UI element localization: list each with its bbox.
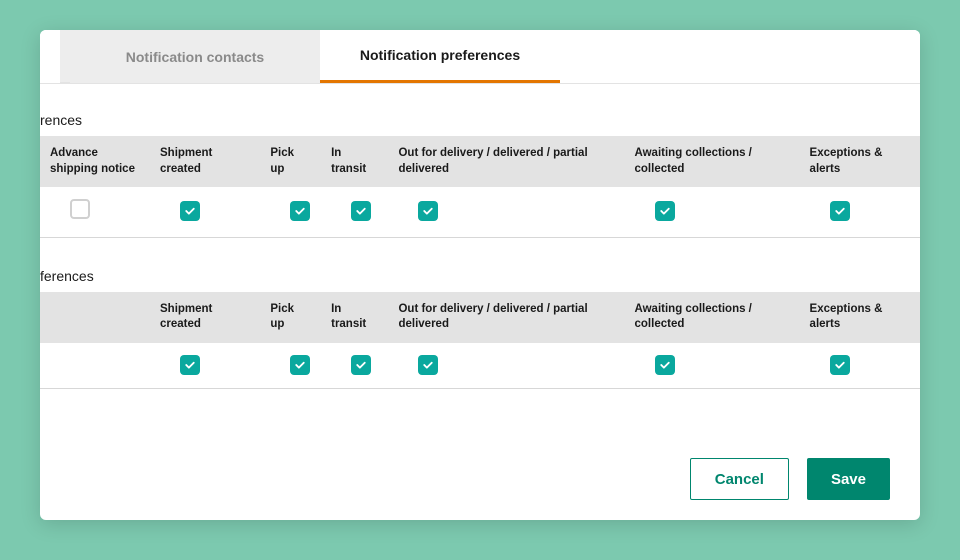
check-icon xyxy=(834,205,846,217)
settings-panel: Notification contacts Notification prefe… xyxy=(40,30,920,520)
cancel-button-label: Cancel xyxy=(715,471,764,488)
table2-header-4: Out for delivery / delivered / partial d… xyxy=(388,292,624,343)
checkbox-out-for-delivery-2[interactable] xyxy=(418,355,438,375)
check-icon xyxy=(659,205,671,217)
table1-header-2: Pick up xyxy=(260,136,321,187)
table2-row xyxy=(40,343,920,388)
table1-header-4: Out for delivery / delivered / partial d… xyxy=(388,136,624,187)
check-icon xyxy=(355,205,367,217)
tab-contacts-label: Notification contacts xyxy=(126,49,264,65)
section2-title: ferences xyxy=(40,238,920,292)
checkbox-pickup-2[interactable] xyxy=(290,355,310,375)
checkbox-out-for-delivery-1[interactable] xyxy=(418,201,438,221)
table1-header-3: In transit xyxy=(321,136,388,187)
check-icon xyxy=(184,205,196,217)
check-icon xyxy=(355,359,367,371)
table2-header-0 xyxy=(40,292,150,343)
table2-header-2: Pick up xyxy=(260,292,321,343)
panel-content: rences Advance shipping notice Shipment … xyxy=(40,84,920,389)
check-icon xyxy=(422,205,434,217)
checkbox-in-transit-2[interactable] xyxy=(351,355,371,375)
table2-header-3: In transit xyxy=(321,292,388,343)
tab-gap xyxy=(60,30,70,83)
tab-preferences[interactable]: Notification preferences xyxy=(320,30,560,83)
table2-header-1: Shipment created xyxy=(150,292,260,343)
preferences-table-1: Advance shipping notice Shipment created… xyxy=(40,136,920,238)
table1-row xyxy=(40,187,920,236)
table2-header-5: Awaiting collections / collected xyxy=(625,292,800,343)
checkbox-shipment-created-2[interactable] xyxy=(180,355,200,375)
check-icon xyxy=(659,359,671,371)
tab-preferences-label: Notification preferences xyxy=(360,47,520,63)
tab-contacts[interactable]: Notification contacts xyxy=(70,30,320,83)
checkbox-exceptions-alerts-2[interactable] xyxy=(830,355,850,375)
checkbox-exceptions-alerts-1[interactable] xyxy=(830,201,850,221)
check-icon xyxy=(184,359,196,371)
footer-actions: Cancel Save xyxy=(690,458,890,500)
checkbox-awaiting-collections-1[interactable] xyxy=(655,201,675,221)
checkbox-advance-shipping-notice[interactable] xyxy=(70,199,90,219)
save-button-label: Save xyxy=(831,471,866,488)
check-icon xyxy=(294,205,306,217)
table1-header-5: Awaiting collections / collected xyxy=(625,136,800,187)
table1-header-6: Exceptions & alerts xyxy=(800,136,920,187)
checkbox-awaiting-collections-2[interactable] xyxy=(655,355,675,375)
table2-header-6: Exceptions & alerts xyxy=(800,292,920,343)
save-button[interactable]: Save xyxy=(807,458,890,500)
preferences-table-2: Shipment created Pick up In transit Out … xyxy=(40,292,920,390)
table1-header-1: Shipment created xyxy=(150,136,260,187)
check-icon xyxy=(294,359,306,371)
checkbox-shipment-created-1[interactable] xyxy=(180,201,200,221)
table2-divider xyxy=(40,388,920,389)
tab-rest xyxy=(560,30,920,83)
tabs-bar: Notification contacts Notification prefe… xyxy=(40,30,920,84)
check-icon xyxy=(834,359,846,371)
tab-spacer xyxy=(40,30,60,83)
checkbox-in-transit-1[interactable] xyxy=(351,201,371,221)
checkbox-pickup-1[interactable] xyxy=(290,201,310,221)
check-icon xyxy=(422,359,434,371)
cancel-button[interactable]: Cancel xyxy=(690,458,789,500)
table1-header-0: Advance shipping notice xyxy=(40,136,150,187)
section1-title: rences xyxy=(40,84,920,136)
